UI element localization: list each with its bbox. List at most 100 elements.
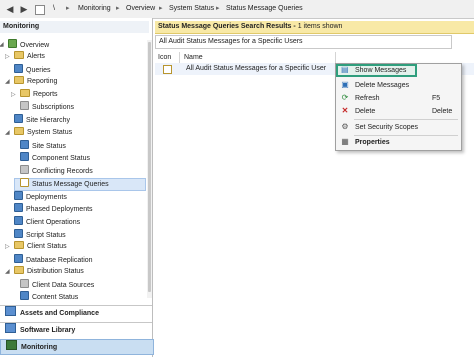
breadcrumb-status-message-queries[interactable]: Status Message Queries xyxy=(226,4,303,14)
tree-item-site-hierarchy[interactable]: Site Hierarchy xyxy=(14,114,70,126)
search-input[interactable]: All Audit Status Messages for a Specific… xyxy=(155,35,452,49)
client-operations-icon xyxy=(14,216,23,225)
tree-item-label: Distribution Status xyxy=(27,268,84,275)
menu-item-set-security-scopes[interactable]: ⚙ Set Security Scopes xyxy=(336,121,461,134)
menu-item-refresh[interactable]: ⟳ Refresh F5 xyxy=(336,92,461,105)
tree-item-label: Database Replication xyxy=(26,257,93,264)
breadcrumb-separator: ▸ xyxy=(159,5,163,12)
tree-item-label: Overview xyxy=(20,42,50,49)
tree-item-label: Queries xyxy=(26,67,51,74)
row-name: All Audit Status Messages for a Specific… xyxy=(186,65,327,72)
collapse-arrow-icon[interactable]: ◢ xyxy=(5,127,10,139)
menu-separator xyxy=(354,119,458,120)
tree-item-label: Deployments xyxy=(26,194,67,201)
forward-arrow-icon[interactable]: ▶ xyxy=(17,3,31,15)
workspace-monitoring[interactable]: Monitoring xyxy=(0,339,154,355)
show-messages-icon: ▤ xyxy=(341,65,349,74)
subscriptions-icon xyxy=(20,101,29,110)
tree-item-label: Conflicting Records xyxy=(32,168,93,175)
expand-arrow-icon[interactable]: ▷ xyxy=(11,89,16,101)
tree-item-label: Subscriptions xyxy=(32,104,75,111)
expand-arrow-icon[interactable]: ▷ xyxy=(5,51,10,63)
tree-item-label: Site Status xyxy=(32,143,66,150)
refresh-icon: ⟳ xyxy=(341,93,349,102)
breadcrumb-overview[interactable]: Overview xyxy=(126,4,155,14)
site-status-icon xyxy=(20,140,29,149)
tree-item-database-replication[interactable]: Database Replication xyxy=(14,254,93,266)
back-arrow-icon[interactable]: ◀ xyxy=(3,3,17,15)
tree-item-client-status[interactable]: ▷ Client Status xyxy=(5,241,67,253)
site-hierarchy-icon xyxy=(14,114,23,123)
tree-item-overview[interactable]: ◢ Overview xyxy=(0,39,50,51)
nav-scrollbar-thumb[interactable] xyxy=(148,42,151,292)
column-header-name[interactable]: Name xyxy=(181,52,203,63)
tree-item-system-status[interactable]: ◢ System Status xyxy=(5,127,72,139)
tree-item-label: Alerts xyxy=(27,53,45,60)
tree-item-reports[interactable]: ▷ Reports xyxy=(11,89,58,101)
breadcrumb: ◀ ▶ \ ▸ Monitoring ▸ Overview ▸ System S… xyxy=(0,0,474,19)
column-divider[interactable] xyxy=(179,52,180,63)
breadcrumb-system-status[interactable]: System Status xyxy=(169,4,214,14)
menu-item-label: Delete Messages xyxy=(355,82,410,89)
column-divider[interactable] xyxy=(335,52,336,63)
tree-item-subscriptions[interactable]: Subscriptions xyxy=(20,101,74,113)
menu-item-label: Refresh xyxy=(355,95,380,102)
collapse-arrow-icon[interactable]: ◢ xyxy=(5,76,10,88)
breadcrumb-root[interactable]: \ xyxy=(53,4,55,14)
tree-item-site-status[interactable]: Site Status xyxy=(20,140,66,152)
folder-icon xyxy=(14,241,24,249)
breadcrumb-separator: ▸ xyxy=(116,5,120,12)
collapse-arrow-icon[interactable]: ◢ xyxy=(5,266,10,278)
menu-item-delete[interactable]: ✕ Delete Delete xyxy=(336,105,461,118)
script-status-icon xyxy=(14,229,23,238)
tree-item-label: Site Hierarchy xyxy=(26,117,70,124)
results-header: Status Message Queries Search Results - … xyxy=(155,21,474,34)
menu-item-properties[interactable]: ▦ Properties xyxy=(336,136,461,149)
content-status-icon xyxy=(20,291,29,300)
results-title: Status Message Queries Search Results xyxy=(158,23,292,30)
nav-header: Monitoring xyxy=(0,21,149,33)
tree-item-alerts[interactable]: ▷ Alerts xyxy=(5,51,45,63)
component-status-icon xyxy=(20,152,29,161)
properties-icon: ▦ xyxy=(341,137,349,146)
tree-item-label: Client Operations xyxy=(26,219,81,226)
tree-item-component-status[interactable]: Component Status xyxy=(20,152,90,164)
phased-deployments-icon xyxy=(14,203,23,212)
breadcrumb-separator: ▸ xyxy=(66,5,70,12)
overview-icon xyxy=(8,39,17,48)
software-library-icon xyxy=(5,323,16,333)
tree-item-distribution-status[interactable]: ◢ Distribution Status xyxy=(5,266,84,278)
collapse-arrow-icon[interactable]: ◢ xyxy=(0,39,4,51)
folder-icon xyxy=(14,127,24,135)
breadcrumb-monitoring[interactable]: Monitoring xyxy=(78,4,111,14)
tree-item-script-status[interactable]: Script Status xyxy=(14,229,66,241)
tree-item-content-status[interactable]: Content Status xyxy=(20,291,78,303)
expand-arrow-icon[interactable]: ▷ xyxy=(5,241,10,253)
queries-icon xyxy=(14,64,23,73)
tree-item-client-operations[interactable]: Client Operations xyxy=(14,216,80,228)
security-scopes-icon: ⚙ xyxy=(341,122,349,131)
folder-icon xyxy=(20,89,30,97)
menu-item-label: Properties xyxy=(355,139,390,146)
menu-item-delete-messages[interactable]: ▣ Delete Messages xyxy=(336,79,461,92)
tree-item-phased-deployments[interactable]: Phased Deployments xyxy=(14,203,93,215)
console-icon xyxy=(35,5,45,15)
tree-item-deployments[interactable]: Deployments xyxy=(14,191,67,203)
folder-icon xyxy=(14,266,24,274)
tree-item-client-data-sources[interactable]: Client Data Sources xyxy=(20,279,94,291)
tree-item-label: Client Data Sources xyxy=(32,282,95,289)
tree-item-label: Component Status xyxy=(32,155,90,162)
results-count: 1 items shown xyxy=(297,23,343,30)
column-header-icon[interactable]: Icon xyxy=(155,52,171,63)
tree-item-conflicting-records[interactable]: Conflicting Records xyxy=(20,165,93,177)
menu-item-show-messages-label[interactable]: Show Messages xyxy=(355,64,406,77)
breadcrumb-separator: ▸ xyxy=(216,5,220,12)
tree-item-queries[interactable]: Queries xyxy=(14,64,51,76)
workspace-label: Monitoring xyxy=(21,344,58,351)
tree-item-status-message-queries[interactable]: Status Message Queries xyxy=(20,178,109,190)
tree-item-reporting[interactable]: ◢ Reporting xyxy=(5,76,57,88)
workspace-assets-compliance[interactable]: Assets and Compliance xyxy=(0,305,152,320)
tree-item-label: Reports xyxy=(33,91,58,98)
workspace-software-library[interactable]: Software Library xyxy=(0,322,152,337)
client-data-sources-icon xyxy=(20,279,29,288)
